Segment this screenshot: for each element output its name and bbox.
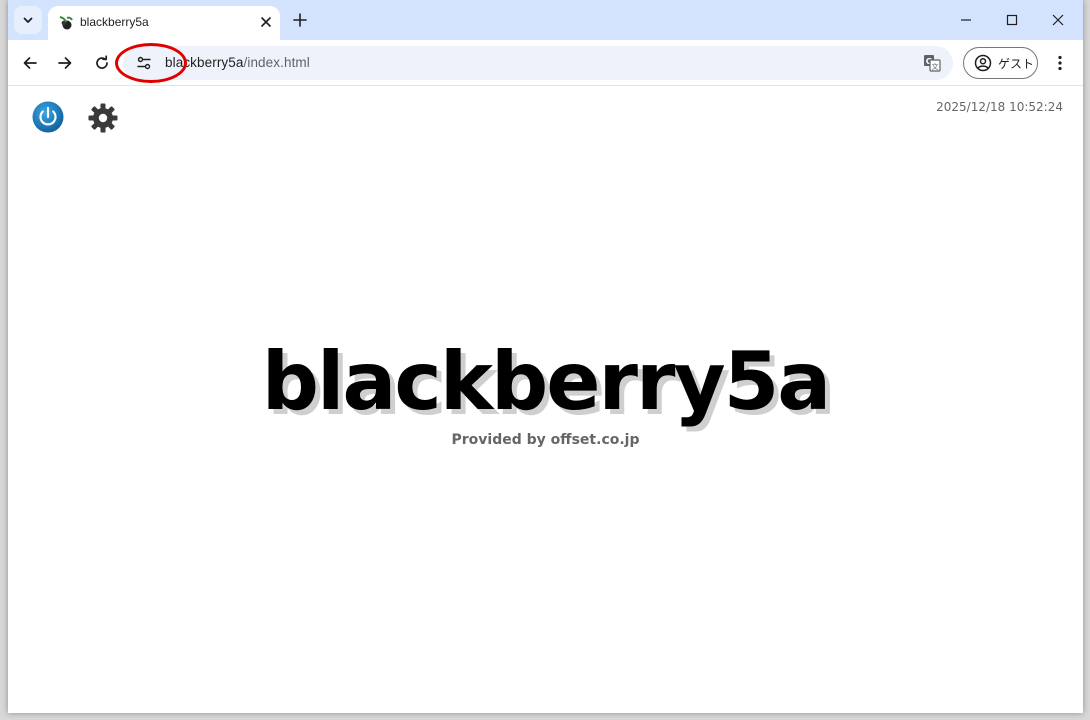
active-tab[interactable]: blackberry5a: [48, 6, 280, 40]
close-icon: [261, 17, 271, 27]
tab-search-button[interactable]: [14, 6, 42, 34]
maximize-button[interactable]: [989, 0, 1035, 40]
tab-title: blackberry5a: [80, 15, 149, 29]
settings-button[interactable]: [87, 102, 119, 134]
datetime-label: 2025/12/18 10:52:24: [936, 100, 1063, 114]
maximize-icon: [1006, 14, 1018, 26]
person-circle-icon: [974, 54, 992, 72]
tab-close-button[interactable]: [256, 12, 276, 32]
address-bar[interactable]: blackberry5a/index.html G 文: [123, 46, 953, 80]
tune-icon: [137, 56, 151, 70]
page-content: 2025/12/18 10:52:24 blackberry5a Provide…: [8, 87, 1083, 713]
page-title: blackberry5a: [261, 335, 832, 428]
url-text: blackberry5a/index.html: [165, 55, 310, 70]
browser-window: blackberry5a blackberry5a/index.html G 文…: [8, 0, 1083, 713]
reload-button[interactable]: [88, 49, 116, 77]
minimize-button[interactable]: [943, 0, 989, 40]
close-icon: [1052, 14, 1064, 26]
hero-section: blackberry5a Provided by offset.co.jp: [8, 335, 1083, 449]
tab-strip: blackberry5a: [8, 0, 1083, 40]
browser-toolbar: blackberry5a/index.html G 文 ゲスト: [8, 40, 1083, 86]
more-vertical-icon: [1058, 55, 1062, 71]
arrow-right-icon: [58, 57, 72, 69]
browser-menu-button[interactable]: [1048, 49, 1072, 77]
arrow-left-icon: [23, 57, 37, 69]
new-tab-button[interactable]: [288, 8, 312, 32]
minimize-icon: [961, 19, 971, 21]
svg-text:文: 文: [932, 62, 939, 71]
reload-icon: [96, 55, 108, 69]
plus-icon: [293, 13, 307, 27]
back-button[interactable]: [16, 49, 44, 77]
url-host: blackberry5a: [165, 55, 244, 70]
chevron-down-icon: [23, 17, 33, 23]
profile-label: ゲスト: [998, 56, 1035, 71]
translate-icon: G 文: [924, 55, 941, 72]
gear-icon: [88, 103, 118, 133]
power-button[interactable]: [32, 101, 64, 133]
forward-button[interactable]: [51, 49, 79, 77]
page-subtitle: Provided by offset.co.jp: [451, 432, 640, 448]
window-close-button[interactable]: [1035, 0, 1081, 40]
url-path: /index.html: [243, 55, 310, 70]
translate-button[interactable]: G 文: [921, 52, 943, 74]
blackberry-icon: [59, 16, 73, 30]
power-icon: [32, 101, 64, 133]
site-info-button[interactable]: [132, 51, 156, 75]
profile-button[interactable]: ゲスト: [963, 47, 1038, 79]
